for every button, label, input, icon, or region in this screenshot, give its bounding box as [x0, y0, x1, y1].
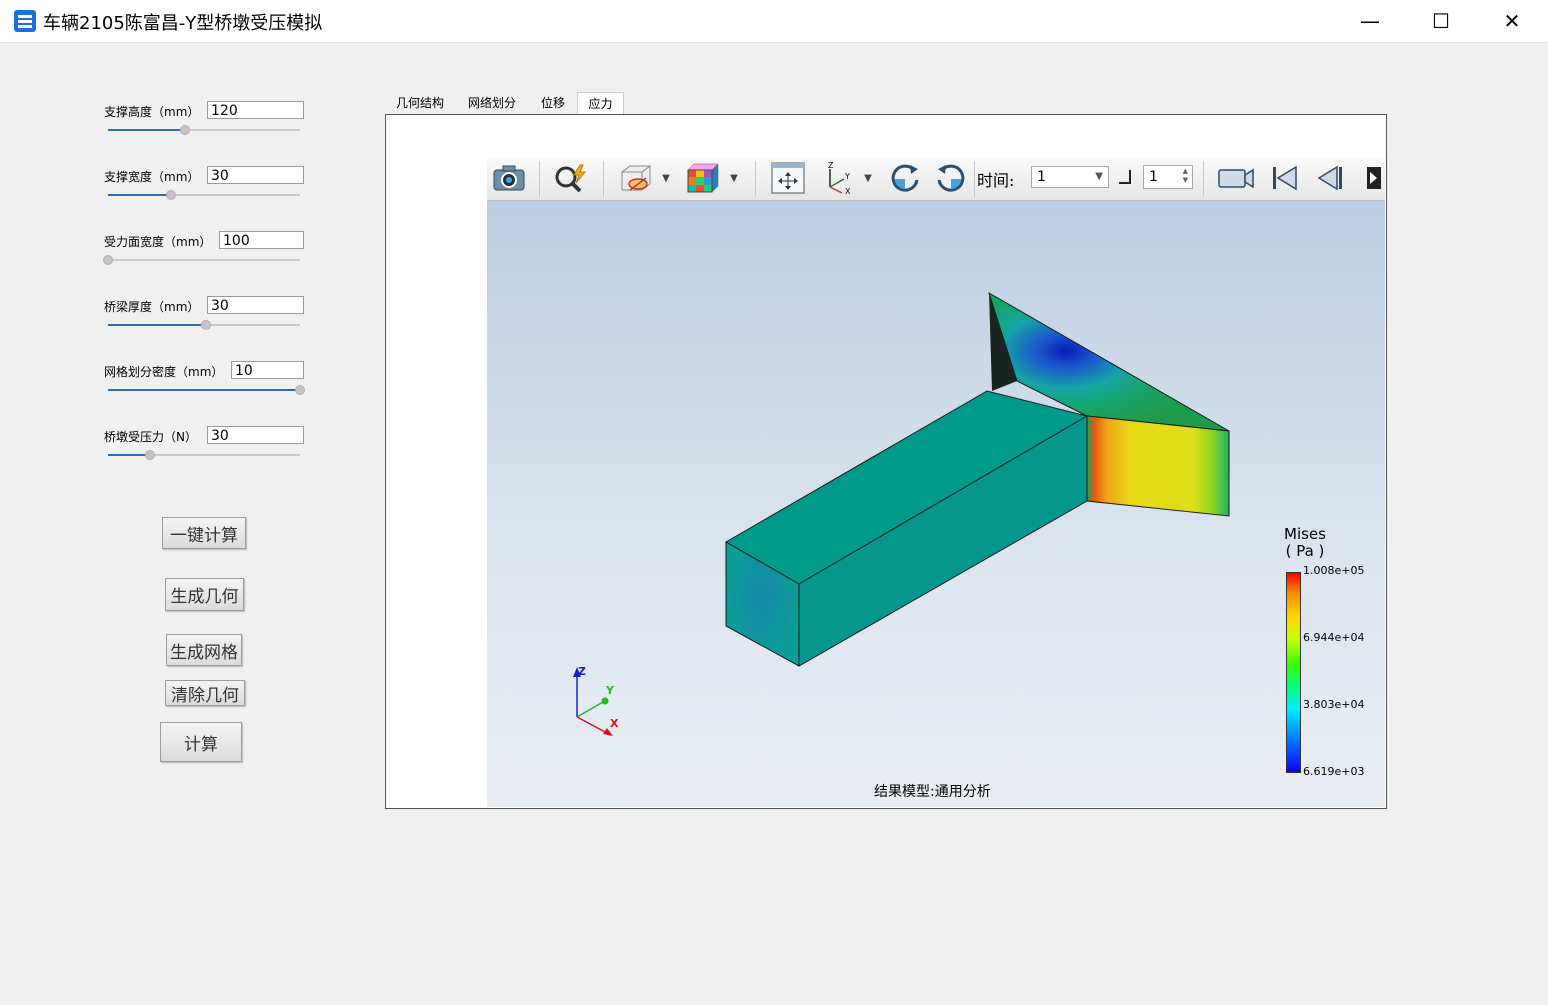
support-width-input[interactable]: 30 — [207, 166, 304, 184]
slider-fill — [108, 194, 172, 196]
mesh-density-input[interactable]: 10 — [231, 361, 304, 379]
pier-pressure-slider[interactable] — [108, 450, 300, 460]
slider-thumb[interactable] — [145, 450, 156, 460]
one-click-compute-button[interactable]: 一键计算 — [162, 517, 246, 549]
play-icon[interactable] — [1361, 161, 1383, 195]
compute-button[interactable]: 计算 — [160, 722, 242, 762]
3d-viewport[interactable] — [487, 201, 1385, 807]
axis-z-label: Z — [578, 665, 586, 678]
viewer-toolbar: ▼ ▼ Z YX ▼ — [487, 157, 1385, 201]
slider-thumb[interactable] — [166, 190, 177, 200]
generate-geometry-button[interactable]: 生成几何 — [165, 578, 244, 611]
legend-tick-3: 3.803e+04 — [1303, 698, 1365, 711]
generate-mesh-button[interactable]: 生成网格 — [166, 634, 242, 666]
camera-icon[interactable] — [491, 161, 527, 195]
result-model-caption: 结果模型:通用分析 — [874, 784, 991, 800]
legend-title-name: Mises — [1284, 525, 1326, 543]
legend-title: Mises ( Pa ) — [1284, 526, 1326, 560]
rotate-ccw-icon[interactable] — [933, 161, 969, 195]
record-video-icon[interactable] — [1215, 161, 1257, 195]
slider-thumb[interactable] — [295, 385, 305, 395]
slider-fill — [108, 129, 185, 131]
frame-spinbox[interactable]: 1 ▲ ▼ — [1143, 165, 1193, 189]
previous-frame-icon[interactable] — [1313, 161, 1347, 195]
beam-thickness-slider[interactable] — [108, 320, 300, 330]
support-width-slider[interactable] — [108, 190, 300, 200]
frame-spinbox-value: 1 — [1149, 169, 1158, 185]
legend-title-unit: ( Pa ) — [1285, 542, 1325, 560]
tab-geometry[interactable]: 几何结构 — [389, 92, 451, 114]
time-select-value: 1 — [1037, 169, 1046, 185]
svg-text:Y: Y — [844, 172, 850, 181]
time-select[interactable]: 1 ▼ — [1031, 166, 1109, 188]
color-cube-dropdown-icon[interactable]: ▼ — [727, 161, 741, 195]
param-label-load-face-width: 受力面宽度（mm） — [104, 235, 212, 249]
pier-pressure-input[interactable]: 30 — [207, 426, 304, 444]
axes-orientation-icon[interactable]: Z YX — [819, 161, 855, 195]
load-face-width-input[interactable]: 100 — [219, 231, 304, 249]
close-button[interactable]: ✕ — [1477, 0, 1547, 42]
query-icon[interactable] — [551, 161, 591, 195]
param-label-pier-pressure: 桥墩受压力（N） — [104, 430, 197, 444]
maximize-button[interactable]: ☐ — [1406, 0, 1476, 42]
slider-fill — [108, 454, 151, 456]
fit-view-icon[interactable] — [769, 161, 807, 195]
param-label-support-height: 支撑高度（mm） — [104, 105, 200, 119]
support-height-input[interactable]: 120 — [207, 101, 304, 119]
clip-plane-icon[interactable] — [615, 161, 655, 195]
minimize-button[interactable]: — — [1335, 0, 1405, 42]
clear-geometry-button[interactable]: 清除几何 — [165, 680, 245, 706]
param-label-mesh-density: 网格划分密度（mm） — [104, 365, 224, 379]
svg-text:X: X — [845, 187, 851, 195]
title-bar: 车辆2105陈富昌-Y型桥墩受压模拟 — ☐ ✕ — [0, 0, 1548, 43]
legend-tick-max: 1.008e+05 — [1303, 564, 1365, 577]
support-height-slider[interactable] — [108, 125, 300, 135]
axis-x-label: X — [610, 717, 619, 730]
load-face-width-slider[interactable] — [103, 255, 300, 265]
tab-mesh[interactable]: 网络划分 — [460, 92, 524, 114]
param-label-beam-thickness: 桥梁厚度（mm） — [104, 300, 200, 314]
app-icon — [14, 10, 36, 32]
spin-arrows-icon[interactable]: ▲ ▼ — [1183, 167, 1188, 185]
chevron-down-icon: ▼ — [1095, 171, 1103, 182]
first-frame-icon[interactable] — [1267, 161, 1301, 195]
legend-color-bar — [1286, 572, 1301, 773]
slider-fill — [108, 389, 300, 391]
legend-tick-2: 6.944e+04 — [1303, 631, 1365, 644]
slider-thumb[interactable] — [179, 125, 190, 135]
slider-thumb[interactable] — [200, 320, 211, 330]
frame-marker-icon — [1119, 170, 1131, 184]
svg-text:Z: Z — [828, 161, 834, 170]
window-title: 车辆2105陈富昌-Y型桥墩受压模拟 — [43, 13, 323, 34]
beam-thickness-input[interactable]: 30 — [207, 296, 304, 314]
axis-y-label: Y — [606, 684, 614, 697]
rotate-cw-icon[interactable] — [887, 161, 923, 195]
color-cube-icon[interactable] — [683, 161, 723, 195]
tab-stress[interactable]: 应力 — [577, 92, 624, 114]
time-label: 时间: — [977, 171, 1015, 190]
param-label-support-width: 支撑宽度（mm） — [104, 170, 200, 184]
mesh-density-slider[interactable] — [108, 385, 305, 395]
slider-thumb[interactable] — [103, 255, 113, 265]
axes-dropdown-icon[interactable]: ▼ — [861, 161, 875, 195]
clip-plane-dropdown-icon[interactable]: ▼ — [659, 161, 673, 195]
legend-tick-min: 6.619e+03 — [1303, 765, 1365, 778]
tab-displacement[interactable]: 位移 — [533, 92, 573, 114]
slider-fill — [108, 324, 206, 326]
